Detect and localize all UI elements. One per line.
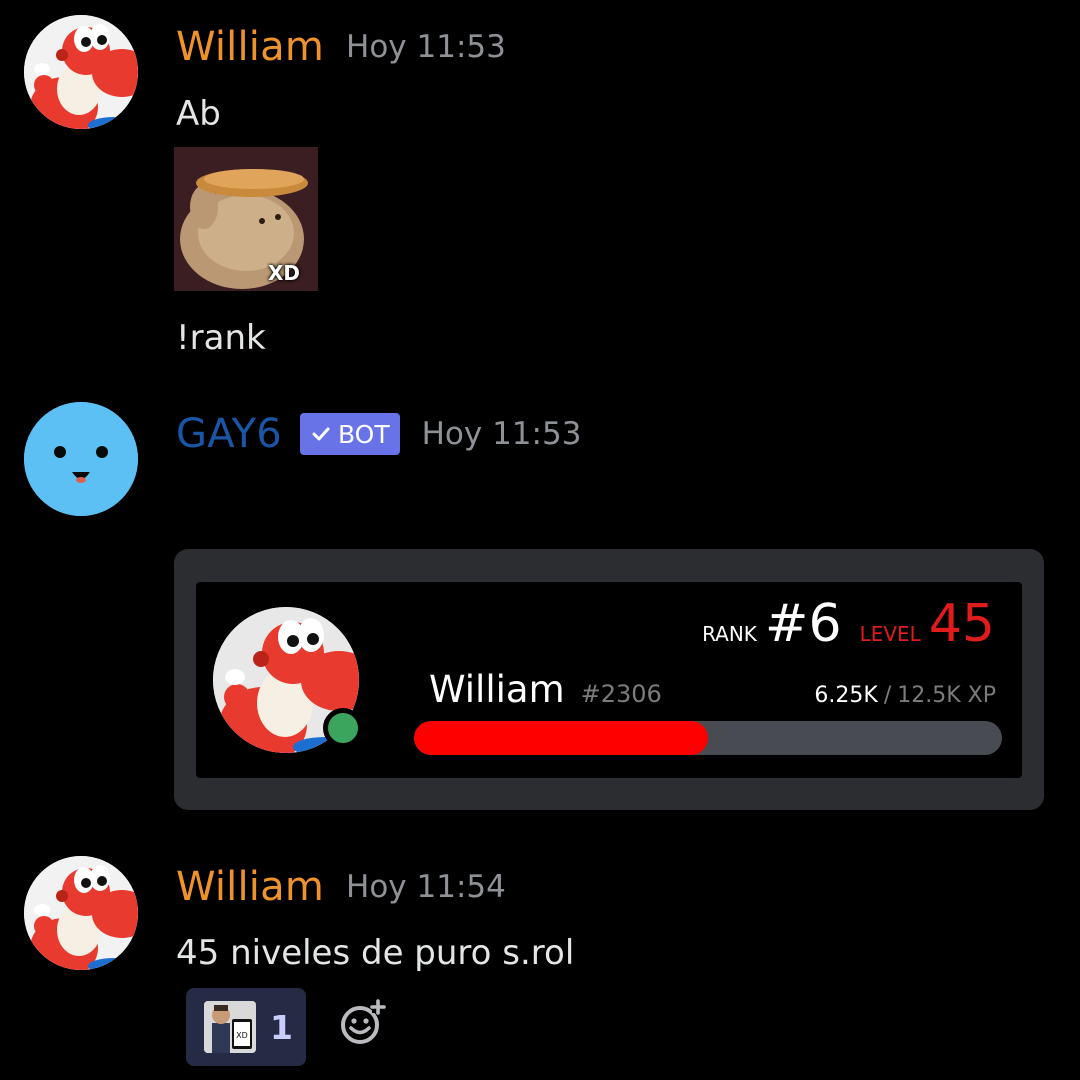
author-name[interactable]: William: [176, 864, 324, 910]
message-header: William Hoy 11:53: [176, 24, 506, 70]
red-yoshi-avatar-icon: [24, 856, 138, 970]
xp-separator: /: [883, 683, 892, 708]
xp-current: 6.25K: [814, 683, 878, 708]
image-attachment[interactable]: XD: [174, 147, 318, 291]
xp-progress-fill: [414, 721, 708, 755]
author-name[interactable]: GAY6: [176, 411, 282, 457]
timestamp: Hoy 11:53: [421, 416, 582, 452]
rank-card-discriminator: #2306: [580, 680, 662, 708]
add-reaction-button[interactable]: [338, 999, 386, 1047]
bot-badge: BOT: [299, 413, 400, 455]
timestamp: Hoy 11:53: [346, 29, 506, 65]
rank-embed: RANK #6 LEVEL 45 William #2306 6.25K / 1…: [174, 549, 1044, 810]
message-header: William Hoy 11:54: [176, 864, 506, 910]
xd-phone-man-emoji-icon: XD: [204, 1001, 256, 1053]
xp-progress-bar: [414, 721, 1002, 755]
red-yoshi-avatar-icon: [24, 15, 138, 129]
xp-max: 12.5K XP: [897, 683, 996, 708]
checkmark-icon: [312, 427, 330, 441]
rank-card-user: William #2306: [429, 668, 662, 711]
message-text: Ab: [176, 94, 221, 134]
level-label: LEVEL: [859, 622, 921, 646]
rank-level-row: RANK #6 LEVEL 45: [702, 594, 995, 654]
timestamp: Hoy 11:54: [346, 869, 506, 905]
level-value: 45: [928, 594, 995, 654]
rank-card[interactable]: RANK #6 LEVEL 45 William #2306 6.25K / 1…: [196, 582, 1022, 778]
reaction-count: 1: [270, 1007, 293, 1047]
rank-value: #6: [764, 594, 842, 654]
rank-label: RANK: [702, 622, 757, 646]
avatar[interactable]: [24, 15, 138, 129]
message-header: GAY6 BOT Hoy 11:53: [176, 411, 581, 457]
smiley-face-avatar-icon: [24, 402, 138, 516]
rank-card-username: William: [429, 668, 565, 711]
avatar[interactable]: [24, 856, 138, 970]
chat-view: William Hoy 11:53 Ab XD !rank GAY6 BOT H…: [0, 0, 1080, 1080]
author-name[interactable]: William: [176, 24, 324, 70]
reaction-pill[interactable]: XD 1: [186, 988, 306, 1066]
add-reaction-icon: [341, 999, 386, 1044]
image-overlay-text: XD: [267, 261, 300, 285]
message-text: 45 niveles de puro s.rol: [176, 933, 575, 973]
xp-readout: 6.25K / 12.5K XP: [814, 683, 996, 708]
message-text: !rank: [176, 318, 266, 358]
bot-badge-label: BOT: [337, 419, 390, 449]
online-status-indicator: [323, 708, 363, 748]
bot-avatar[interactable]: [24, 402, 138, 516]
svg-text:XD: XD: [236, 1031, 248, 1040]
